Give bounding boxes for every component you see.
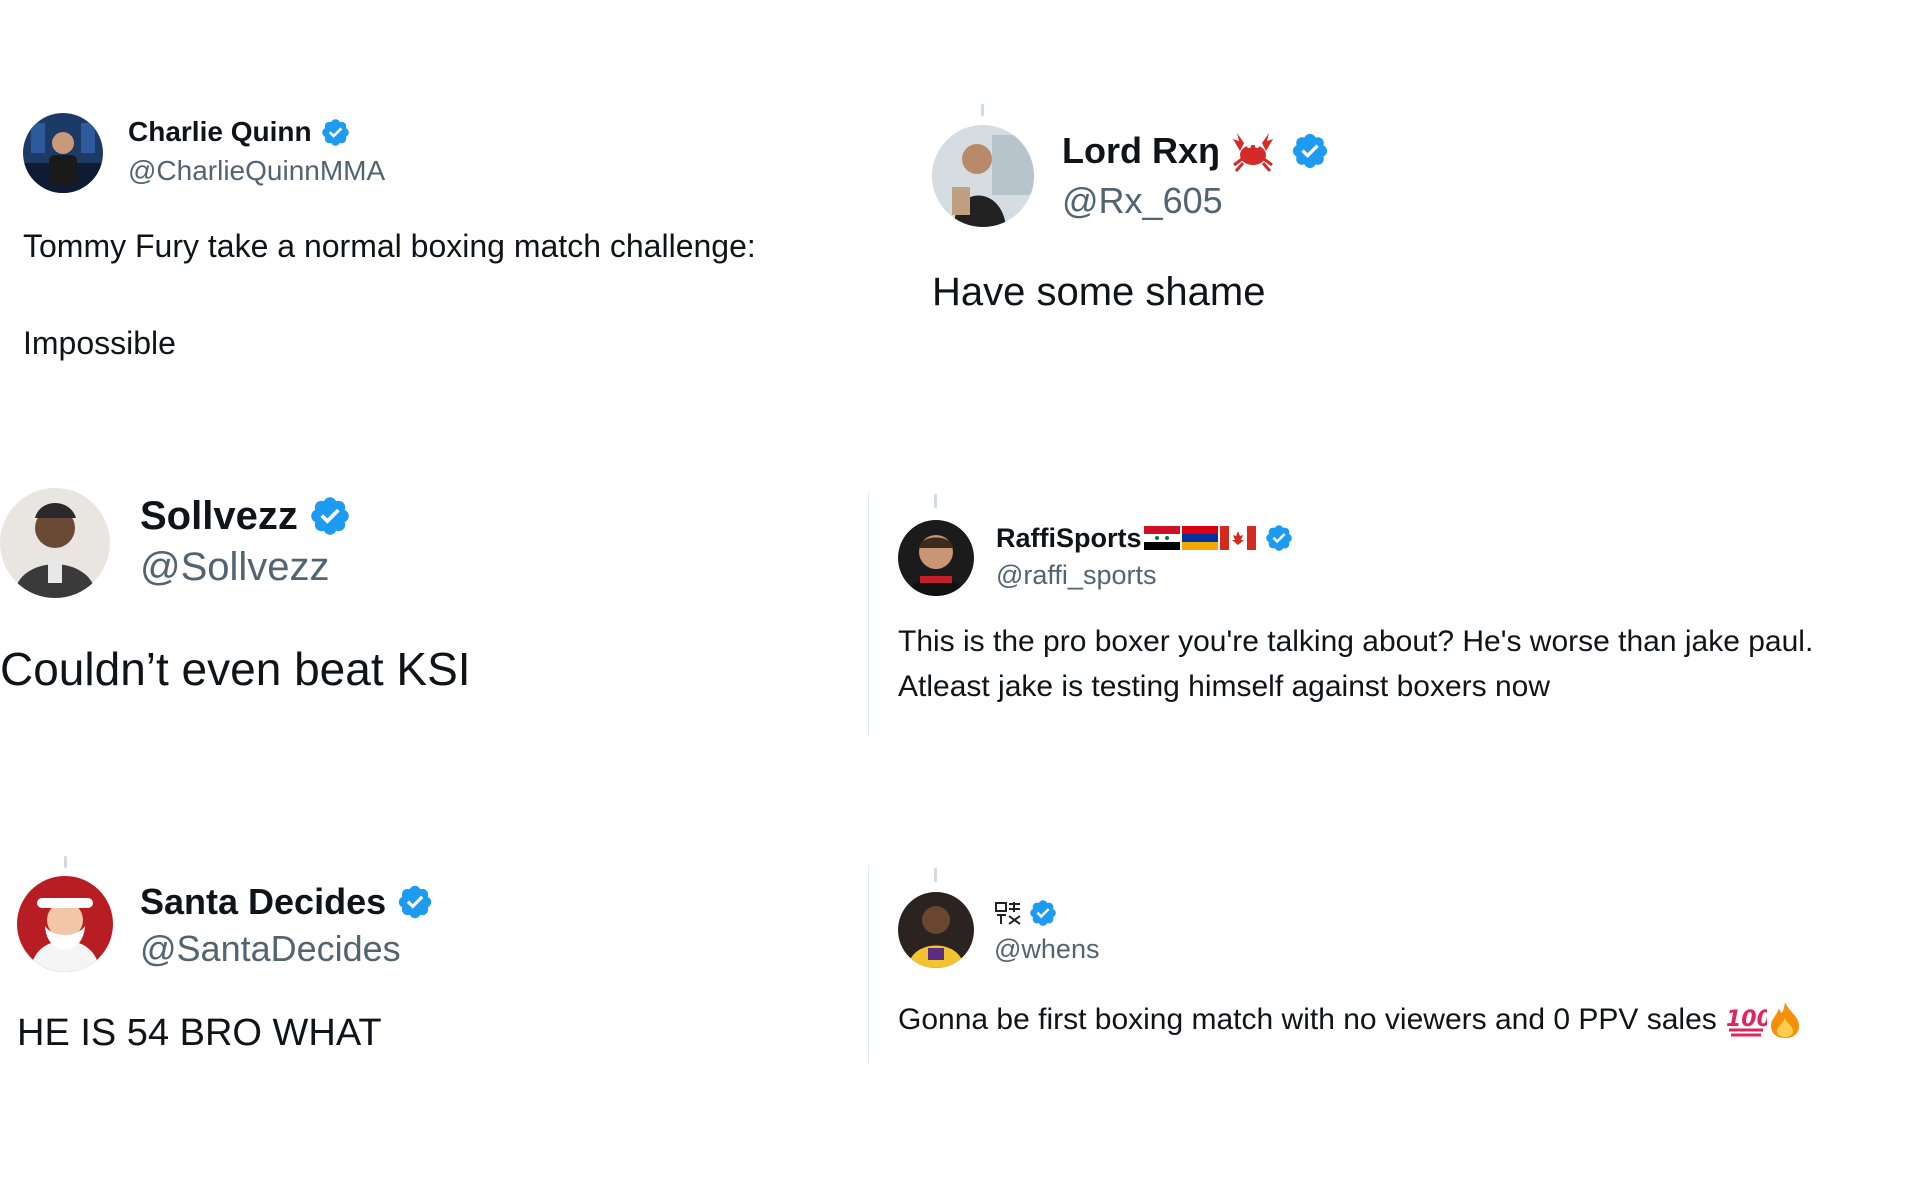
tweet-text-line: Tommy Fury take a normal boxing match ch… [23,228,756,264]
avatar[interactable] [932,125,1034,227]
tweet-text-line: Couldn’t even beat KSI [0,643,471,695]
display-name[interactable]: Santa Decides [140,881,386,923]
avatar[interactable] [898,520,974,596]
hundred-points-emoji-icon: 100 [1725,1002,1767,1038]
tweet-text-line: This is the pro boxer you're talking abo… [898,625,1814,658]
tweet-text-line: Have some shame [932,270,1266,314]
column-divider [868,865,869,1065]
column-divider [868,492,869,737]
avatar-image [0,488,110,598]
crab-emoji-icon [1230,129,1276,173]
avatar-image [17,876,113,972]
japanese-ogre-glyph-icon [994,900,1022,926]
tweet-text-line: Gonna be first boxing match with no view… [898,1000,1803,1040]
verified-badge-icon [396,883,434,921]
flag-armenia-icon [1181,526,1218,550]
thread-line [64,856,67,868]
display-name[interactable]: Lord Rxŋ [1062,130,1220,172]
user-handle[interactable]: @whens [994,934,1099,965]
tweet-text-line: Impossible [23,325,176,361]
avatar[interactable] [0,488,110,598]
tweet-collage: Charlie Quinn @CharlieQuinnMMA Tommy Fur… [0,0,1920,1200]
avatar-image [23,113,103,193]
fire-emoji-icon [1767,1000,1803,1040]
avatar[interactable] [898,892,974,968]
user-handle[interactable]: @raffi_sports [996,560,1156,591]
thread-line [934,494,937,508]
verified-badge-icon [1264,523,1294,553]
avatar[interactable] [17,876,113,972]
user-handle[interactable]: @SantaDecides [140,928,401,970]
user-handle[interactable]: @Rx_605 [1062,180,1223,222]
flag-canada-icon [1219,526,1256,550]
user-handle[interactable]: @CharlieQuinnMMA [128,155,385,187]
tweet-text: Gonna be first boxing match with no view… [898,1003,1717,1036]
verified-badge-icon [1290,131,1330,171]
display-name[interactable]: RaffiSports [996,523,1142,554]
user-handle[interactable]: @Sollvezz [140,545,330,590]
thread-line [934,868,937,882]
tweet-text-line: HE IS 54 BRO WHAT [17,1012,382,1054]
svg-text:100: 100 [1726,1007,1767,1032]
avatar-image [898,520,974,596]
avatar[interactable] [23,113,103,193]
flag-syria-icon [1143,526,1180,550]
avatar-image [898,892,974,968]
thread-line [981,104,984,116]
avatar-image [932,125,1034,227]
verified-badge-icon [308,494,352,538]
tweet-text-line: Atleast jake is testing himself against … [898,670,1550,703]
verified-badge-icon [320,117,351,148]
display-name[interactable]: Charlie Quinn [128,116,312,148]
display-name[interactable]: Sollvezz [140,494,298,539]
verified-badge-icon [1028,898,1058,928]
